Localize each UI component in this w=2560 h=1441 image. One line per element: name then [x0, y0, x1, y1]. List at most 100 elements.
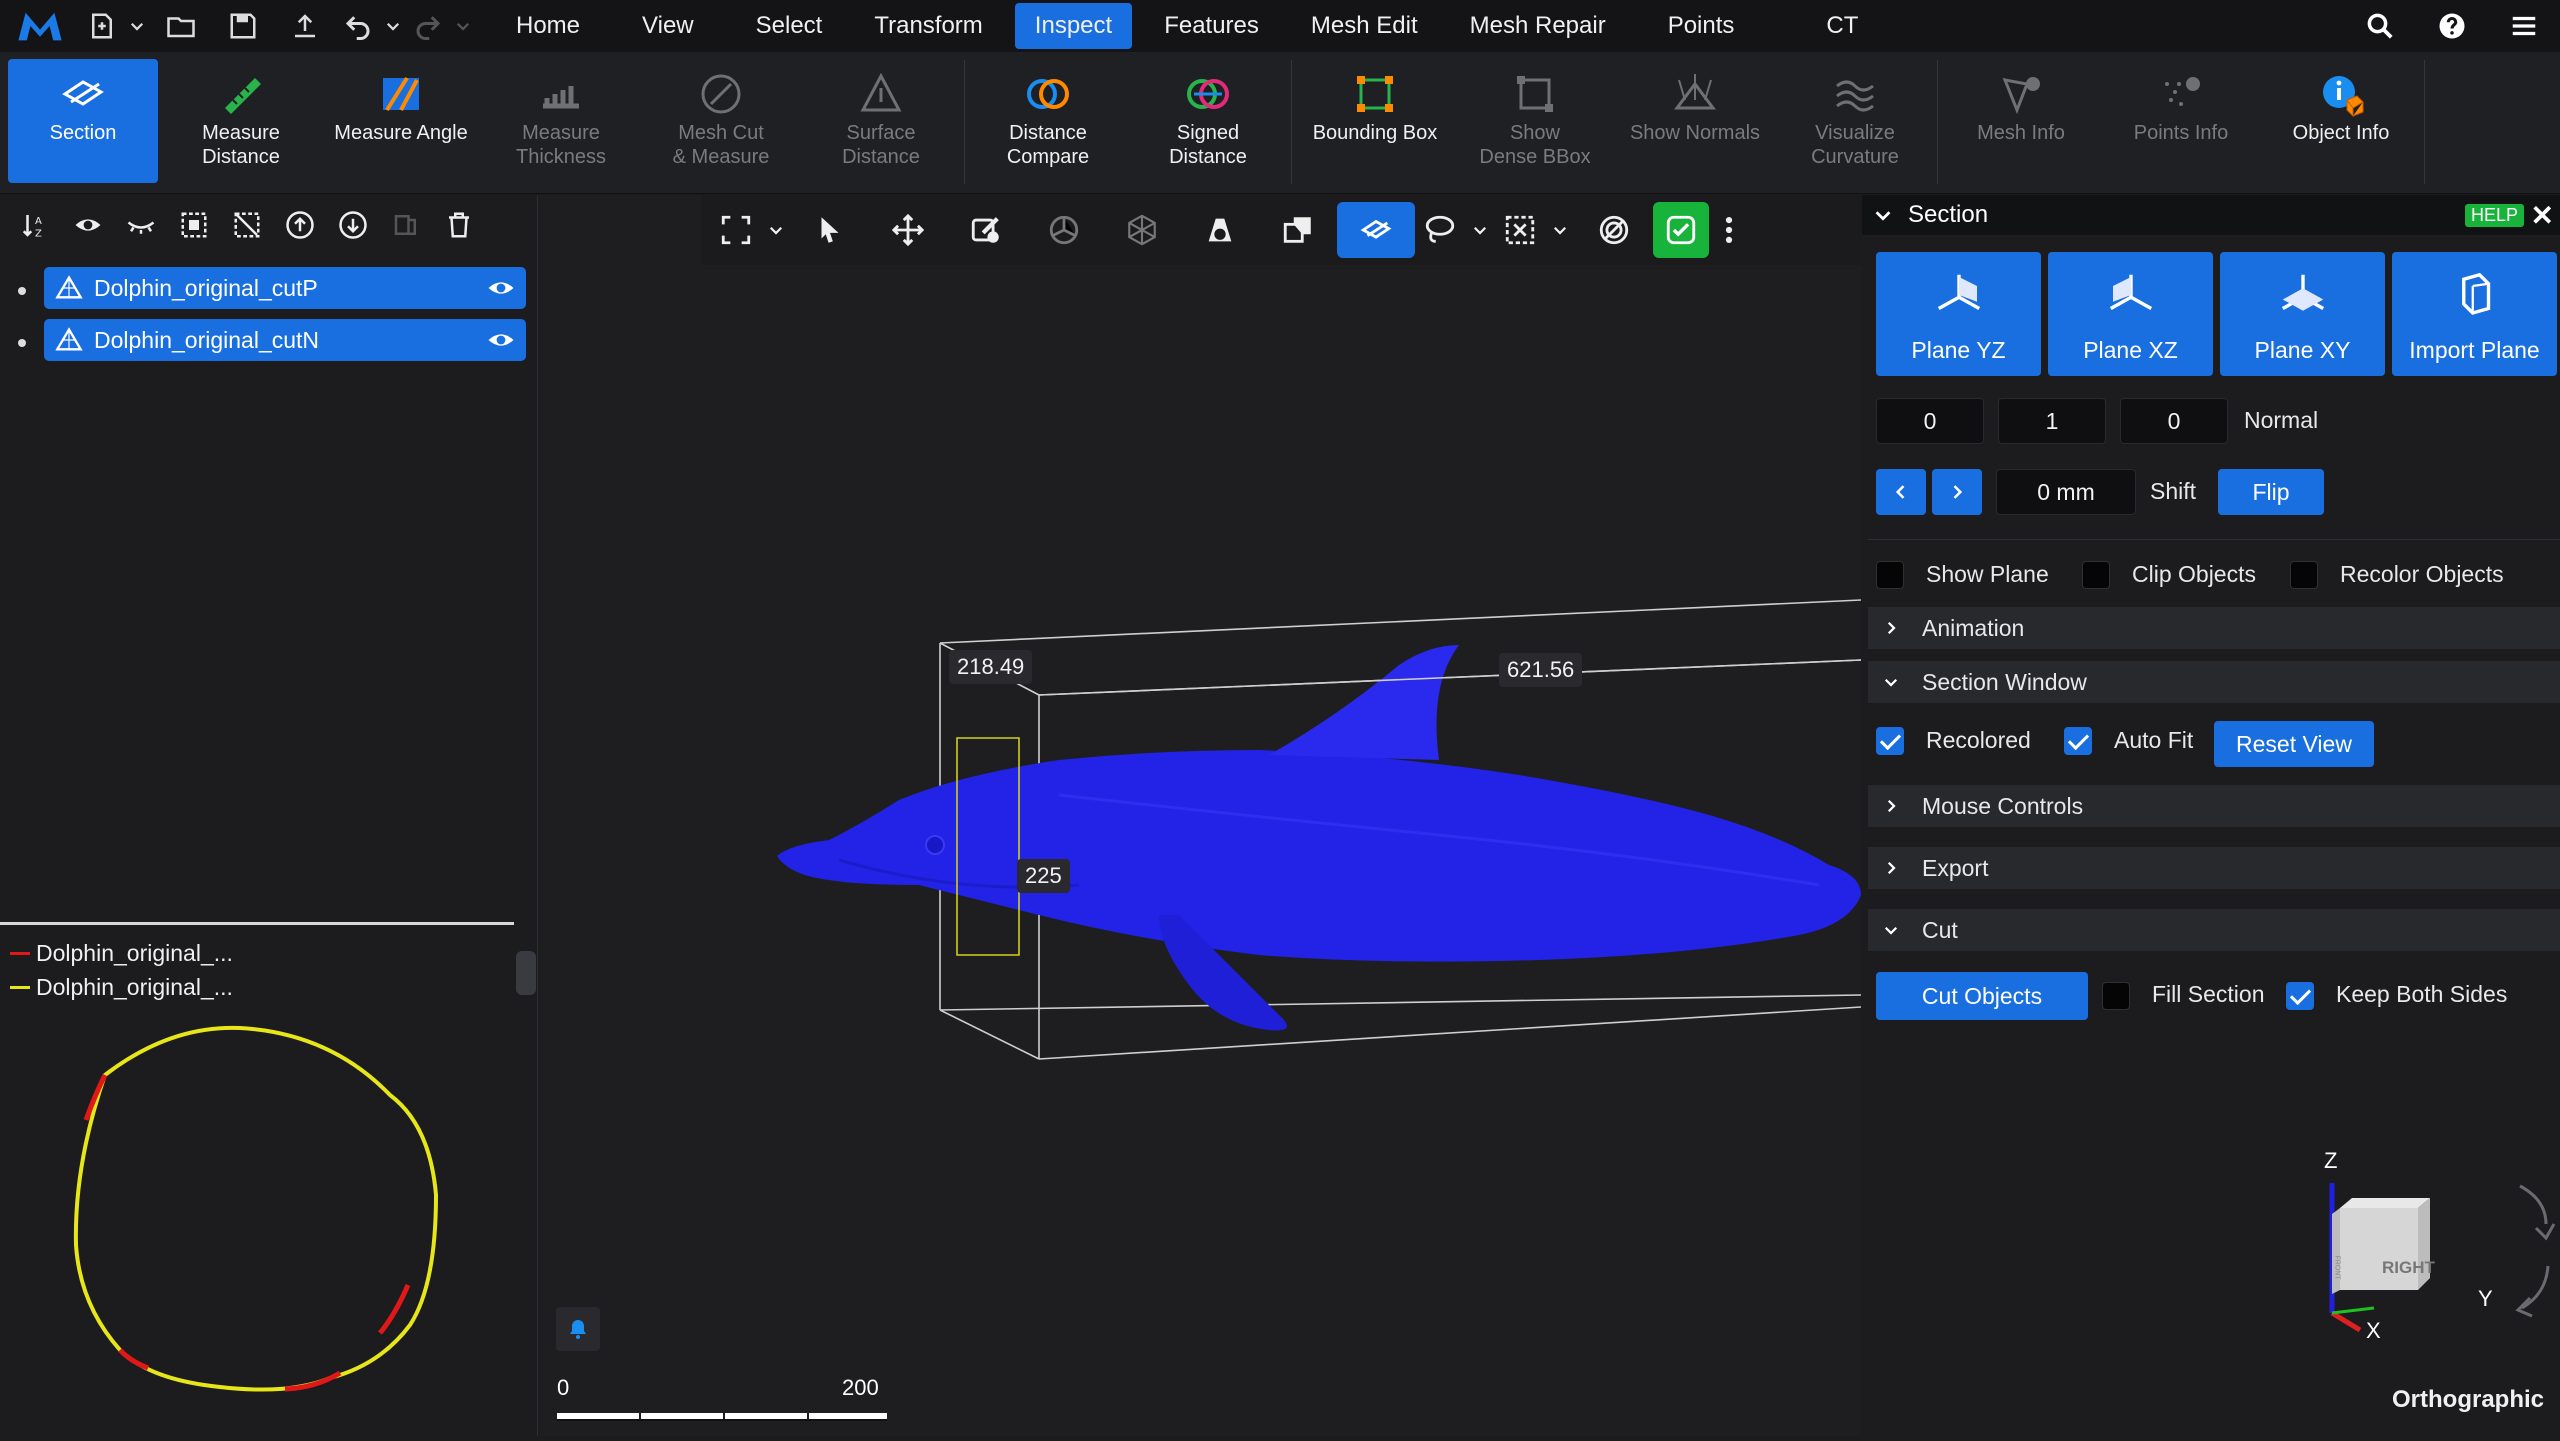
chevron-down-icon [1882, 673, 1906, 691]
redo-icon[interactable] [406, 0, 450, 52]
axis-y-label: Y [2478, 1286, 2493, 1311]
view-cube[interactable]: Z Y X RIGHT FRONT [2310, 1148, 2560, 1348]
surface-distance-button[interactable]: Surface Distance [806, 59, 956, 183]
clip-objects-checkbox[interactable] [2082, 561, 2110, 589]
search-icon[interactable] [2344, 0, 2416, 52]
signed-distance-button[interactable]: Signed Distance [1133, 59, 1283, 183]
object-row[interactable]: Dolphin_original_cutN [44, 319, 526, 361]
visibility-eye-icon[interactable] [476, 273, 526, 303]
dolphin-scene[interactable] [539, 195, 1861, 1436]
dense-bbox-icon [1511, 59, 1559, 121]
keep-both-sides-checkbox[interactable] [2286, 982, 2314, 1010]
tab-select[interactable]: Select [736, 3, 843, 49]
plane-xz-button[interactable]: Plane XZ [2048, 252, 2213, 376]
recolor-objects-checkbox[interactable] [2290, 561, 2318, 589]
menu-icon[interactable] [2488, 0, 2560, 52]
plane-xy-label: Plane XY [2254, 337, 2351, 363]
ruler-icon [217, 59, 265, 121]
bounding-box-button[interactable]: Bounding Box [1300, 59, 1450, 183]
open-folder-icon[interactable] [150, 0, 212, 52]
tree-bullet [18, 339, 26, 347]
distance-compare-button[interactable]: Distance Compare [973, 59, 1123, 183]
tab-home[interactable]: Home [496, 3, 600, 49]
axis-x-label: X [2366, 1318, 2381, 1343]
cut-objects-button[interactable]: Cut Objects [1876, 972, 2088, 1020]
tab-inspect[interactable]: Inspect [1014, 3, 1133, 49]
hide-all-eye-icon[interactable] [114, 200, 167, 250]
tab-points[interactable]: Points [1648, 3, 1755, 49]
show-dense-bbox-button[interactable]: Show Dense BBox [1460, 59, 1610, 183]
move-up-icon[interactable] [273, 200, 326, 250]
delete-icon[interactable] [432, 200, 485, 250]
tab-ct[interactable]: CT [1806, 3, 1878, 49]
collapse-chevron-icon[interactable] [1872, 204, 1894, 226]
measure-thickness-button[interactable]: Measure Thickness [486, 59, 636, 183]
points-info-button[interactable]: Points Info [2106, 59, 2256, 183]
panel-splitter[interactable] [516, 951, 536, 995]
object-row[interactable]: Dolphin_original_cutP [44, 267, 526, 309]
new-file-icon[interactable] [80, 0, 124, 52]
visualize-curvature-button[interactable]: Visualize Curvature [1780, 59, 1930, 183]
undo-icon[interactable] [336, 0, 380, 52]
section-button[interactable]: Section [8, 59, 158, 183]
auto-fit-checkbox[interactable] [2064, 727, 2092, 755]
recolored-checkbox[interactable] [1876, 727, 1904, 755]
scale-end-label: 200 [842, 1375, 879, 1400]
show-all-eye-icon[interactable] [61, 200, 114, 250]
cut-label: Cut [1922, 916, 1958, 943]
auto-fit-label: Auto Fit [2114, 727, 2194, 753]
redo-dropdown-chevron-icon[interactable] [450, 0, 476, 52]
export-section[interactable]: Export [1868, 847, 2560, 889]
select-all-icon[interactable] [167, 200, 220, 250]
tab-features[interactable]: Features [1144, 3, 1279, 49]
normal-y-input[interactable]: 1 [1998, 398, 2106, 444]
import-plane-button[interactable]: Import Plane [2392, 252, 2557, 376]
object-info-button[interactable]: Object Info [2266, 59, 2416, 183]
show-plane-checkbox[interactable] [1876, 561, 1904, 589]
tab-transform[interactable]: Transform [854, 3, 1002, 49]
recolored-label: Recolored [1926, 727, 2031, 753]
undo-dropdown-chevron-icon[interactable] [380, 0, 406, 52]
section-panel-header[interactable]: Section HELP ✕ [1862, 195, 2560, 235]
tab-view[interactable]: View [622, 3, 714, 49]
tab-mesh-repair[interactable]: Mesh Repair [1450, 3, 1626, 49]
tab-mesh-edit[interactable]: Mesh Edit [1291, 3, 1438, 49]
shift-increase-button[interactable] [1932, 469, 1982, 515]
sort-icon[interactable]: AZ [8, 200, 61, 250]
normal-x-input[interactable]: 0 [1876, 398, 1984, 444]
mouse-controls-section[interactable]: Mouse Controls [1868, 785, 2560, 827]
visibility-eye-icon[interactable] [476, 325, 526, 355]
signed-distance-label: Signed Distance [1169, 122, 1247, 168]
3d-viewport[interactable]: 218.49 621.56 225 0 200 [539, 195, 1861, 1436]
fill-section-checkbox[interactable] [2102, 982, 2130, 1010]
close-icon[interactable]: ✕ [2531, 199, 2554, 232]
measure-distance-button[interactable]: Measure Distance [166, 59, 316, 183]
section-window-section[interactable]: Section Window [1868, 661, 2560, 703]
projection-label[interactable]: Orthographic [2392, 1386, 2544, 1414]
save-icon[interactable] [212, 0, 274, 52]
mesh-info-button[interactable]: Mesh Info [1946, 59, 2096, 183]
shift-decrease-button[interactable] [1876, 469, 1926, 515]
reset-view-button[interactable]: Reset View [2214, 721, 2374, 767]
app-logo[interactable] [0, 0, 80, 52]
normal-z-input[interactable]: 0 [2120, 398, 2228, 444]
plane-yz-button[interactable]: Plane YZ [1876, 252, 2041, 376]
help-icon[interactable] [2416, 0, 2488, 52]
mesh-cut-measure-button[interactable]: Mesh Cut & Measure [646, 59, 796, 183]
cut-section[interactable]: Cut [1868, 909, 2560, 951]
animation-section[interactable]: Animation [1868, 607, 2560, 649]
help-badge[interactable]: HELP [2464, 204, 2524, 227]
export-icon[interactable] [274, 0, 336, 52]
measure-angle-button[interactable]: Measure Angle [326, 59, 476, 183]
new-dropdown-chevron-icon[interactable] [124, 0, 150, 52]
duplicate-icon[interactable] [379, 200, 432, 250]
show-normals-button[interactable]: Show Normals [1620, 59, 1770, 183]
bbox-length-label: 621.56 [1499, 653, 1583, 687]
shift-input[interactable]: 0 mm [1996, 469, 2136, 515]
plane-xy-button[interactable]: Plane XY [2220, 252, 2385, 376]
flip-button[interactable]: Flip [2218, 469, 2324, 515]
move-down-icon[interactable] [326, 200, 379, 250]
section-view-window[interactable]: Dolphin_original_... Dolphin_original_..… [0, 922, 514, 1441]
notifications-bell-icon[interactable] [556, 1307, 600, 1351]
deselect-all-icon[interactable] [220, 200, 273, 250]
